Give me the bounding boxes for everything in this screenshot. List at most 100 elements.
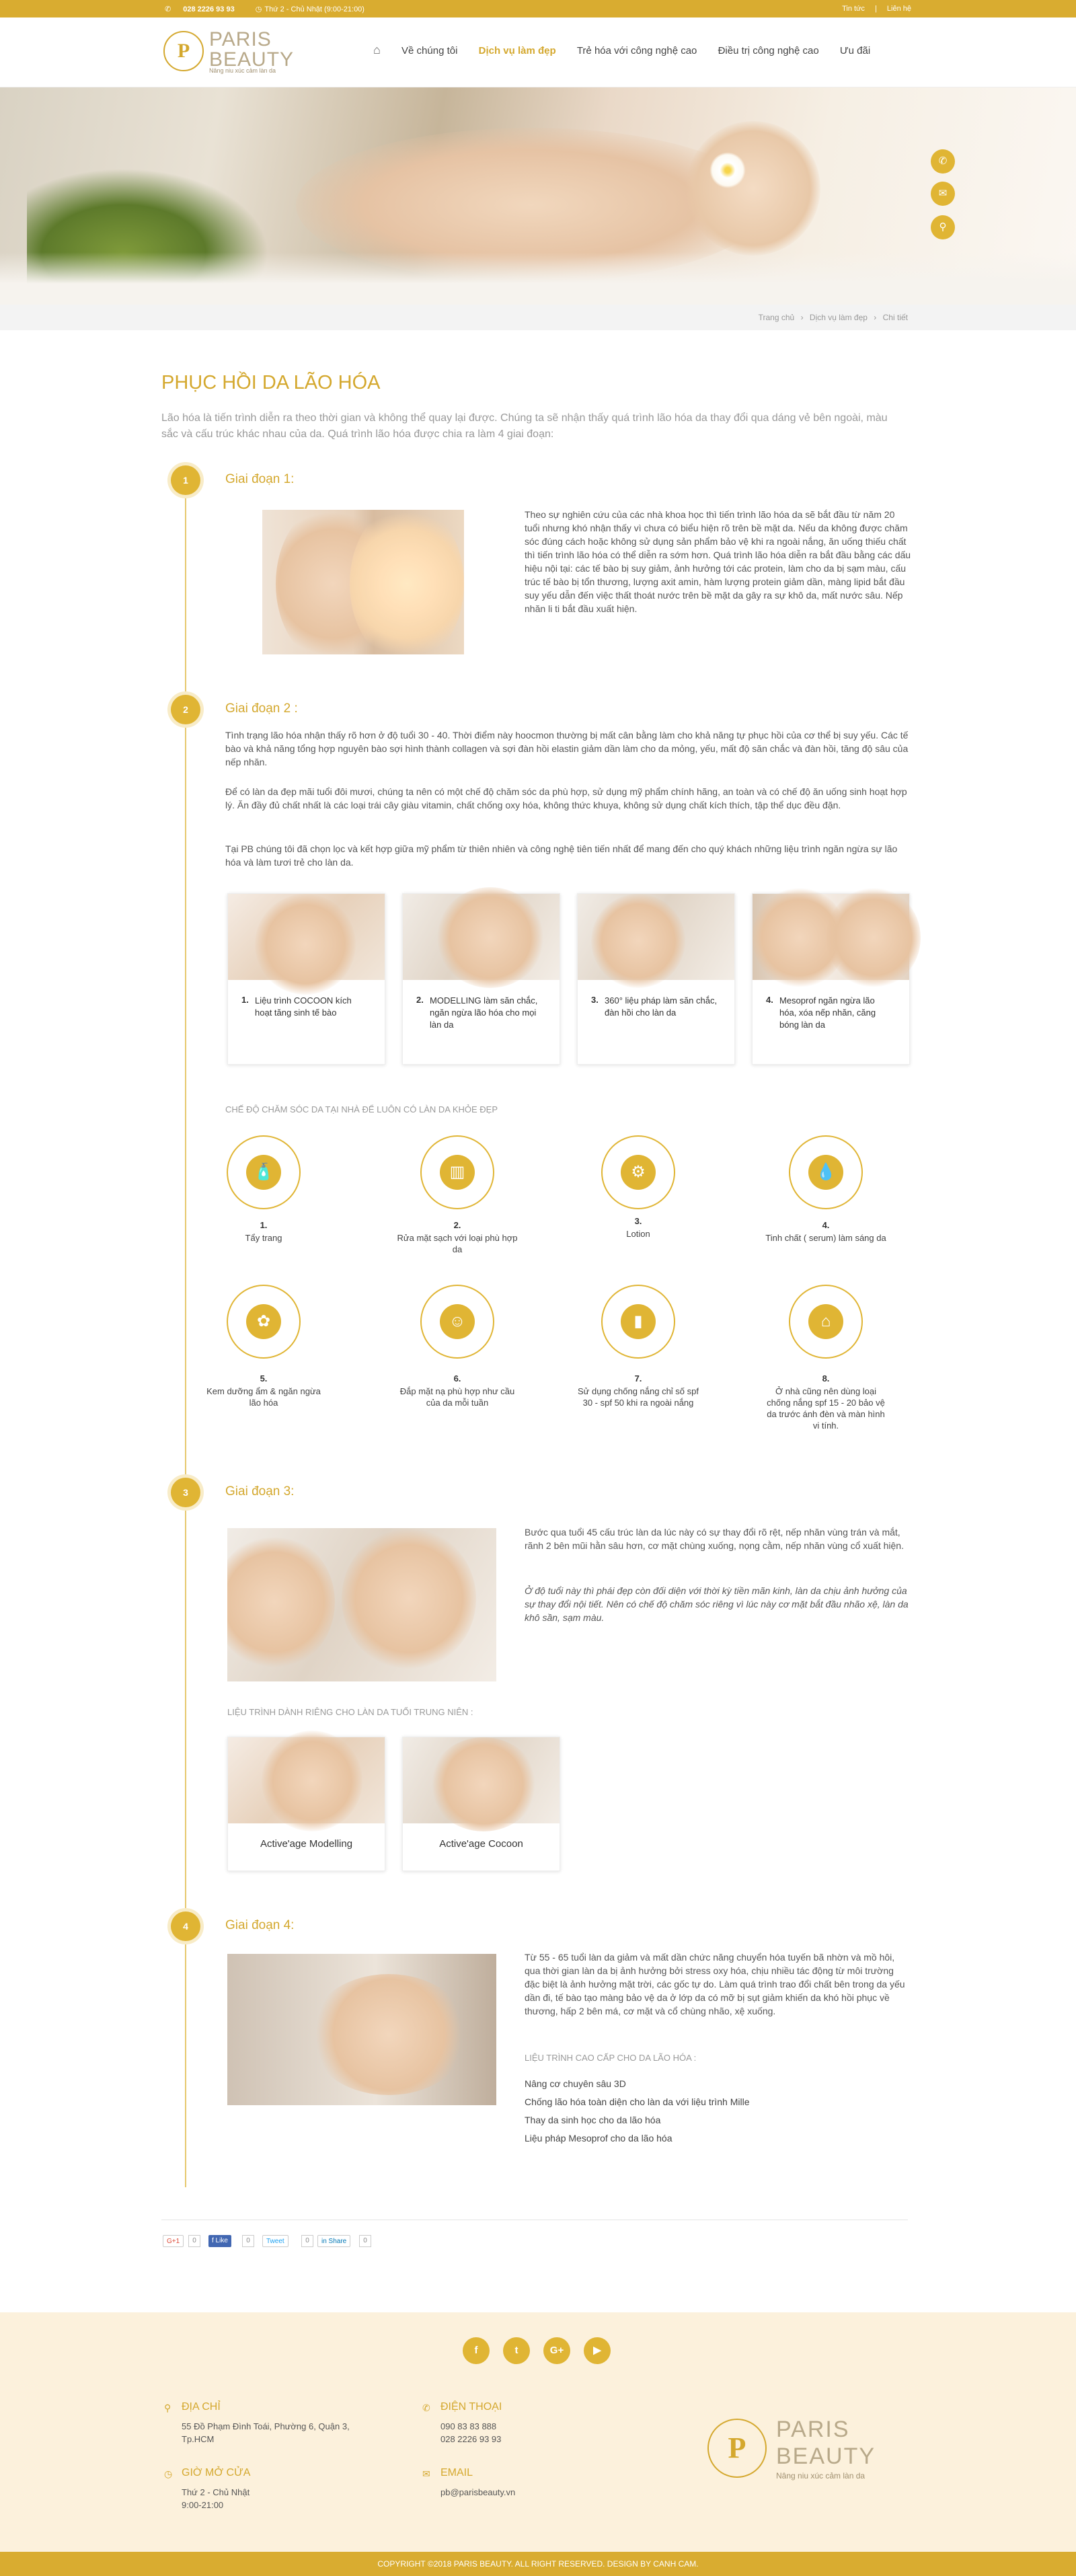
hero-flower (709, 152, 746, 188)
twitter-icon[interactable]: t (503, 2337, 530, 2364)
face-mask-icon: ☺ (440, 1304, 475, 1339)
cleanser-bottle-icon: 🧴 (246, 1155, 281, 1190)
treatment-card[interactable]: 3. 360° liệu pháp làm săn chắc, đàn hồi … (577, 893, 735, 1065)
treatment-card[interactable]: 2. MODELLING làm săn chắc, ngăn ngừa lão… (402, 887, 560, 1065)
crumb-services[interactable]: Dịch vụ làm đẹp (810, 313, 868, 322)
logo-mark: P (707, 2419, 767, 2478)
nav-rejuvenation[interactable]: Trẻ hóa với công nghệ cao (577, 45, 697, 56)
card-text: Mesoprof ngăn ngừa lão hóa, xóa nếp nhăn… (779, 995, 876, 1030)
top-phone[interactable]: 028 2226 93 93 (183, 5, 234, 13)
stage-1-title: Giai đoạn 1: (225, 472, 295, 486)
linkedin-share-button[interactable]: in Share (317, 2235, 351, 2247)
map-pin-icon: ⚲ (164, 2402, 171, 2413)
stage-3-para-2: Ở độ tuổi này thì phái đẹp còn đối diện … (525, 1585, 909, 1623)
footer-email[interactable]: pb@parisbeauty.vn (440, 2486, 515, 2499)
stage-2-para-3: Tại PB chúng tôi đã chọn lọc và kết hợp … (225, 843, 898, 868)
care-step-text: Lotion (626, 1229, 650, 1239)
hero-face (686, 121, 820, 256)
care-step-num: 2. (453, 1220, 461, 1230)
care-step-1: 🧴 (227, 1135, 301, 1209)
logo-tagline: Nâng niu xúc cảm làn da (209, 67, 276, 74)
card-image (403, 887, 560, 988)
card-num: 3. (591, 995, 599, 1005)
card-text: Active'age Modelling (260, 1838, 353, 1850)
google-plus-icon[interactable]: G+ (543, 2337, 570, 2364)
stage-4-title: Giai đoạn 4: (225, 1918, 295, 1932)
nav-services[interactable]: Dịch vụ làm đẹp (479, 45, 556, 56)
home-icon[interactable]: ⌂ (373, 43, 381, 57)
list-item: Liệu pháp Mesoprof cho da lão hóa (525, 2133, 672, 2144)
care-step-text: Ở nhà cũng nên dùng loại chống nắng spf … (767, 1386, 885, 1431)
facebook-like-button[interactable]: f Like (208, 2235, 231, 2247)
stage-4-text: Từ 55 - 65 tuổi làn da giảm và mất dần c… (525, 1952, 905, 2016)
footer-phone-1[interactable]: 090 83 83 888 (440, 2420, 496, 2433)
logo-text: PARIS BEAUTY (209, 28, 295, 71)
treatment-card[interactable]: 4. Mesoprof ngăn ngừa lão hóa, xóa nếp n… (752, 887, 921, 1065)
top-bar: ✆ 028 2226 93 93 ◷ Thứ 2 - Chủ Nhật (9:00-… (0, 0, 1076, 17)
footer-hours-time: 9:00-21:00 (182, 2500, 224, 2510)
card-num: 4. (766, 995, 773, 1005)
stage-4-subheading: LIỆU TRÌNH CAO CẤP CHO DA LÃO HÓA : (525, 2053, 697, 2063)
chat-float-icon[interactable]: ✉ (931, 182, 955, 206)
stage-2-title: Giai đoạn 2 : (225, 702, 298, 716)
facebook-icon[interactable]: f (463, 2337, 490, 2364)
logo[interactable]: P PARIS BEAUTY Nâng niu xúc cảm làn da (163, 27, 298, 74)
top-hours: Thứ 2 - Chủ Nhật (9:00-21:00) (264, 5, 364, 13)
card-image (403, 1737, 560, 1831)
footer-address: 55 Đồ Phạm Đình Toái, Phường 6, Quận 3, … (182, 2421, 350, 2444)
top-link-contact[interactable]: Liên hệ (887, 5, 911, 13)
care-step-text: Đắp mặt nạ phù hợp như cầu của da mỗi tu… (399, 1386, 515, 1408)
list-item: Chống lão hóa toàn diện cho làn da với l… (525, 2096, 750, 2107)
nav-treatment[interactable]: Điều trị công nghệ cao (718, 45, 819, 56)
care-step-4: 💧 (789, 1135, 863, 1209)
top-divider: | (874, 5, 877, 13)
footer-logo[interactable]: P PARIS BEAUTY Nâng niu xúc cảm làn da (707, 2415, 896, 2489)
stage-1-badge: 1 (171, 465, 200, 495)
page-title: PHỤC HỒI DA LÃO HÓA (161, 372, 381, 393)
top-link-news[interactable]: Tin tức (842, 5, 865, 13)
page-intro: Lão hóa là tiến trình diễn ra theo thời … (161, 412, 888, 440)
towel-icon: ▥ (440, 1155, 475, 1190)
youtube-icon[interactable]: ▶ (584, 2337, 611, 2364)
care-step-num: 8. (822, 1373, 830, 1384)
treatment-card[interactable]: Active'age Modelling (227, 1731, 385, 1871)
card-text: 360° liệu pháp làm săn chắc, đàn hồi cho… (605, 995, 718, 1018)
nav-about[interactable]: Về chúng tôi (401, 45, 457, 56)
chevron-right-icon: › (800, 313, 804, 322)
share-count: 0 (188, 2235, 200, 2247)
care-step-8: ⌂ (789, 1285, 863, 1359)
footer-address-title: ĐỊA CHỈ (182, 2401, 221, 2413)
list-item: Nâng cơ chuyên sâu 3D (525, 2078, 626, 2089)
tweet-button[interactable]: Tweet (262, 2235, 289, 2247)
care-step-num: 7. (634, 1373, 642, 1384)
hero-towel (0, 252, 1076, 305)
logo-mark: P (163, 31, 204, 71)
treatment-card[interactable]: Active'age Cocoon (402, 1737, 560, 1871)
phone-float-icon[interactable]: ✆ (931, 149, 955, 174)
phone-icon: ✆ (165, 5, 171, 13)
gplus-button[interactable]: G+1 (163, 2235, 184, 2247)
stage-3-para-1: Bước qua tuổi 45 cấu trúc làn da lúc này… (525, 1527, 904, 1551)
care-step-7: ▮ (601, 1285, 675, 1359)
stage-1-image (262, 510, 464, 654)
chevron-right-icon: › (874, 313, 877, 322)
crumb-home[interactable]: Trang chủ (759, 313, 795, 322)
cream-jar-icon: ✿ (246, 1304, 281, 1339)
site-header: P PARIS BEAUTY Nâng niu xúc cảm làn da ⌂ … (0, 17, 1076, 87)
care-step-5: ✿ (227, 1285, 301, 1359)
clock-icon: ◷ (255, 5, 262, 13)
list-item: Thay da sinh học cho da lão hóa (525, 2115, 661, 2125)
care-step-text: Sử dụng chống nắng chỉ số spf 30 - spf 5… (578, 1386, 699, 1408)
nav-offers[interactable]: Ưu đãi (840, 45, 870, 56)
treatment-card[interactable]: 1. Liệu trình COCOON kích hoạt tăng sinh… (227, 893, 385, 1065)
lotion-icon: ⚙ (621, 1155, 656, 1190)
footer-email-title: EMAIL (440, 2467, 473, 2478)
search-float-icon[interactable]: ⚲ (931, 215, 955, 239)
site-footer (0, 2312, 1076, 2552)
card-text: Liệu trình COCOON kích hoạt tăng sinh tế… (255, 995, 352, 1018)
footer-phone-2[interactable]: 028 2226 93 93 (440, 2433, 501, 2446)
card-num: 1. (241, 995, 249, 1005)
stage-2-badge: 2 (171, 695, 200, 724)
footer-phone-title: ĐIỆN THOẠI (440, 2401, 502, 2413)
stage-2-para-2: Để có làn da đẹp mãi tuổi đôi mươi, chún… (225, 786, 907, 810)
